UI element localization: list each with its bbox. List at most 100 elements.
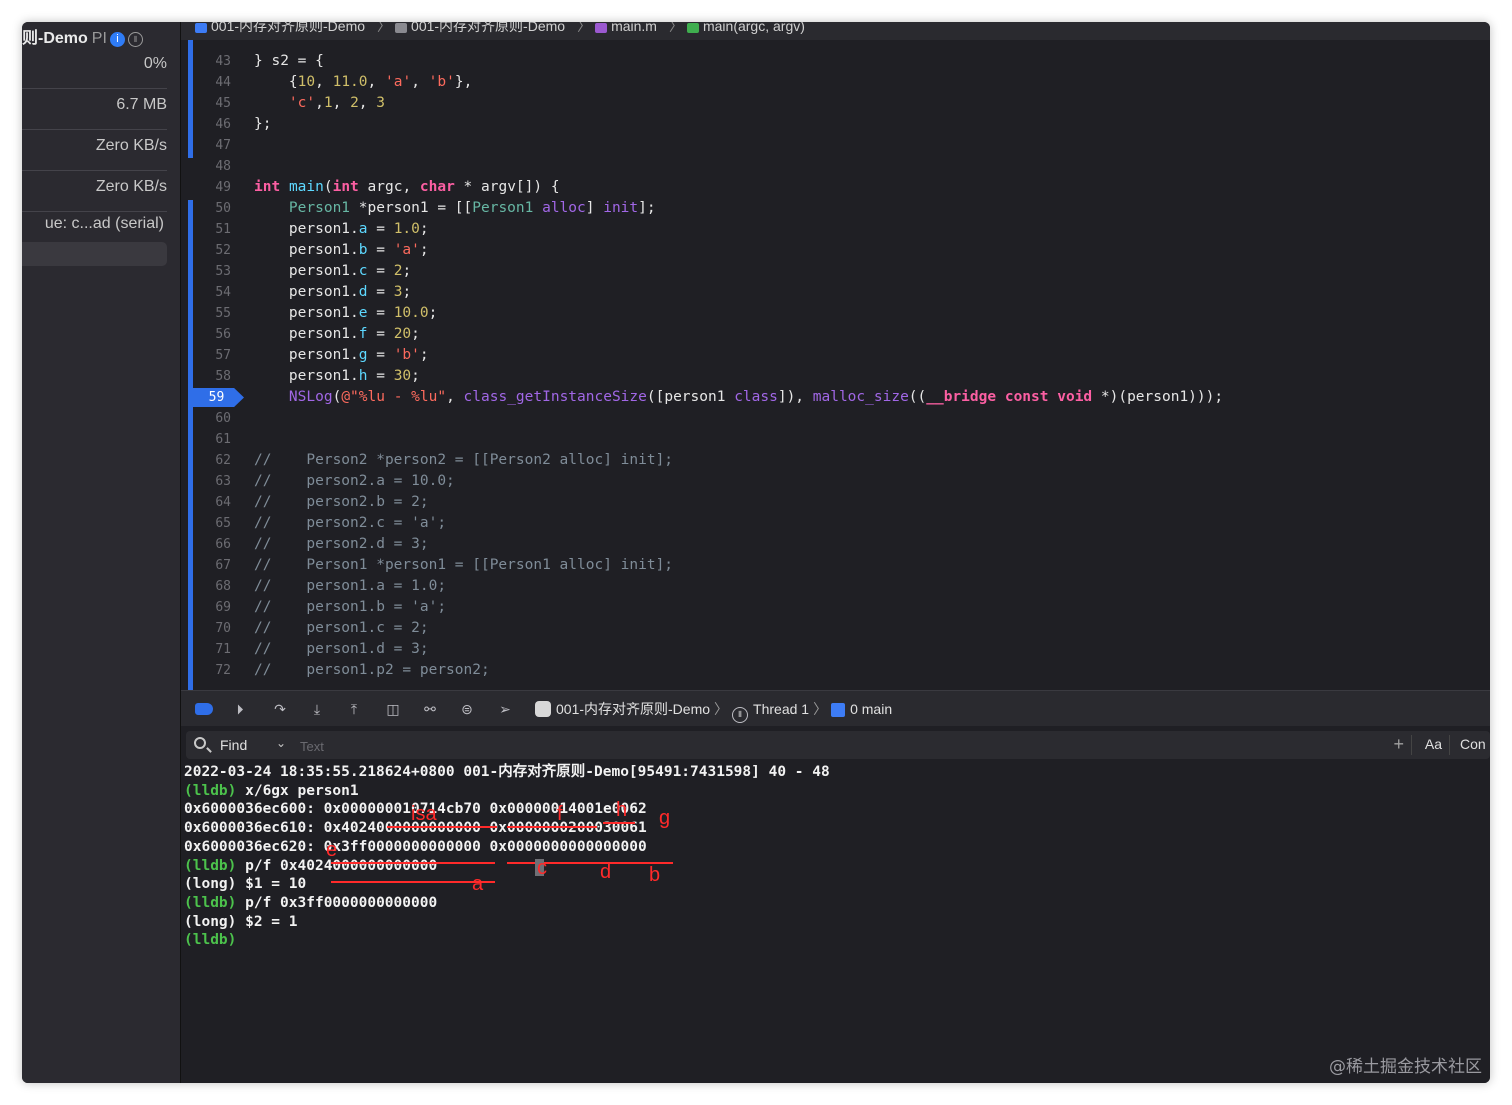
match-case-button[interactable]: Aa	[1425, 736, 1442, 752]
search-icon[interactable]	[194, 737, 206, 749]
add-filter-button[interactable]: +	[1393, 734, 1404, 755]
breadcrumb-item-file[interactable]: main.m	[595, 22, 661, 34]
jump-bar: 001-内存对齐原则-Demo 〉 001-内存对齐原则-Demo 〉 main.m 〉 m…	[181, 22, 1490, 40]
code-line[interactable]: person1.d = 3;	[254, 282, 411, 303]
breadcrumb-item-function[interactable]: main(argc, argv)	[686, 22, 809, 34]
code-line[interactable]: person1.b = 'a';	[254, 240, 429, 261]
source-editor[interactable]: 43 } s2 = { 44 {10, 11.0, 'a', 'b'}, 45 'c'…	[181, 40, 1490, 690]
find-mode-label[interactable]: Find	[220, 737, 247, 753]
line-number[interactable]: 45	[201, 93, 231, 114]
line-number[interactable]: 47	[201, 135, 231, 156]
line-number[interactable]: 48	[201, 156, 231, 177]
breadcrumb-separator: 〉	[577, 22, 592, 34]
line-number[interactable]: 54	[201, 282, 231, 303]
code-line[interactable]: // person2.b = 2;	[254, 492, 429, 513]
code-line[interactable]: // person2.a = 10.0;	[254, 471, 455, 492]
code-line[interactable]: // person2.d = 3;	[254, 534, 429, 555]
code-line[interactable]: person1.e = 10.0;	[254, 303, 437, 324]
code-line[interactable]: NSLog(@"%lu - %lu", class_getInstanceSiz…	[254, 387, 1223, 408]
line-number[interactable]: 44	[201, 72, 231, 93]
selected-frame-row[interactable]	[22, 242, 167, 266]
code-line[interactable]: };	[254, 114, 271, 135]
simulate-location-icon[interactable]: ➢	[496, 700, 514, 718]
continue-icon[interactable]: ⏵	[231, 700, 249, 718]
find-input[interactable]	[298, 734, 1362, 758]
line-number[interactable]: 64	[201, 492, 231, 513]
breakpoints-toggle-icon[interactable]	[195, 703, 213, 715]
memory-graph-icon[interactable]: ⚯	[421, 700, 439, 718]
annotation-isa: isa	[411, 803, 437, 825]
code-line[interactable]: } s2 = {	[254, 51, 324, 72]
line-number[interactable]: 65	[201, 513, 231, 534]
divider	[1411, 735, 1412, 755]
line-number[interactable]: 51	[201, 219, 231, 240]
step-out-icon[interactable]: ⤒	[345, 700, 363, 718]
code-line[interactable]: // person1.a = 1.0;	[254, 576, 446, 597]
code-line[interactable]: // person1.d = 3;	[254, 639, 429, 660]
code-line[interactable]: // Person1 *person1 = [[Person1 alloc] i…	[254, 555, 673, 576]
line-number[interactable]: 46	[201, 114, 231, 135]
queue-label[interactable]: ue: c...ad (serial)	[22, 215, 172, 233]
debug-console[interactable]: Find ⌄ + Aa Con (lldb)(long) $2 = 1(lldb…	[181, 726, 1490, 1083]
annotation-a: a	[472, 873, 484, 895]
line-number[interactable]: 63	[201, 471, 231, 492]
breadcrumb-item-project[interactable]: 001-内存对齐原则-Demo	[195, 22, 369, 34]
code-line[interactable]: 'c',1, 2, 3	[254, 93, 385, 114]
network-gauge[interactable]: Zero KB/s	[22, 167, 167, 207]
find-bar: Find ⌄ + Aa Con	[186, 731, 1490, 759]
line-number[interactable]: 69	[201, 597, 231, 618]
line-number[interactable]: 61	[201, 429, 231, 450]
breadcrumb-item-folder[interactable]: 001-内存对齐原则-Demo	[395, 22, 569, 34]
line-number[interactable]: 52	[201, 240, 231, 261]
memory-gauge[interactable]: 6.7 MB	[22, 85, 167, 125]
debug-frame-item[interactable]: 0 main	[831, 701, 892, 717]
code-line[interactable]: int main(int argc, char * argv[]) {	[254, 177, 560, 198]
code-line[interactable]: person1.f = 20;	[254, 324, 420, 345]
code-line[interactable]: // person1.p2 = person2;	[254, 660, 490, 681]
annotation-h: h	[616, 799, 628, 821]
line-number[interactable]: 72	[201, 660, 231, 681]
cpu-gauge[interactable]: 0%	[22, 44, 167, 84]
chevron-down-icon[interactable]: ⌄	[276, 736, 286, 750]
line-number[interactable]: 50	[201, 198, 231, 219]
code-line[interactable]: // person1.c = 2;	[254, 618, 429, 639]
view-hierarchy-icon[interactable]: ◫	[384, 700, 402, 718]
disk-gauge[interactable]: Zero KB/s	[22, 126, 167, 166]
line-number[interactable]: 68	[201, 576, 231, 597]
line-number[interactable]: 56	[201, 324, 231, 345]
line-number[interactable]: 53	[201, 261, 231, 282]
line-number[interactable]: 70	[201, 618, 231, 639]
line-number[interactable]: 71	[201, 639, 231, 660]
code-line[interactable]: Person1 *person1 = [[Person1 alloc] init…	[254, 198, 656, 219]
code-line[interactable]: // person2.c = 'a';	[254, 513, 446, 534]
code-line[interactable]: person1.h = 30;	[254, 366, 420, 387]
code-line[interactable]: person1.a = 1.0;	[254, 219, 429, 240]
line-number[interactable]: 49	[201, 177, 231, 198]
console-line: (lldb) x/6gx person1	[184, 782, 359, 801]
step-into-icon[interactable]: ⤓	[308, 700, 326, 718]
environment-overrides-icon[interactable]: ⊜	[458, 700, 476, 718]
debug-thread-item[interactable]: ⦀ Thread 1	[732, 701, 809, 723]
code-line[interactable]: person1.g = 'b';	[254, 345, 429, 366]
annotation-b: b	[649, 864, 661, 886]
line-number[interactable]: 57	[201, 345, 231, 366]
console-text: (long) $1 = 10	[184, 876, 307, 893]
line-number[interactable]: 58	[201, 366, 231, 387]
line-number[interactable]: 55	[201, 303, 231, 324]
code-line[interactable]: person1.c = 2;	[254, 261, 411, 282]
code-line[interactable]: // Person2 *person2 = [[Person2 alloc] i…	[254, 450, 673, 471]
line-number[interactable]: 43	[201, 51, 231, 72]
annotation-c: c	[537, 857, 547, 879]
breakpoint-marker[interactable]: 59	[189, 388, 244, 407]
console-text: 0x6000036ec620: 0x3ff0000000000000 0x000…	[184, 838, 647, 855]
annotation-d: d	[600, 861, 612, 883]
contains-button[interactable]: Con	[1460, 736, 1490, 752]
code-line[interactable]: // person1.b = 'a';	[254, 597, 446, 618]
debug-app-item[interactable]: 001-内存对齐原则-Demo	[535, 701, 710, 717]
line-number[interactable]: 66	[201, 534, 231, 555]
code-line[interactable]: {10, 11.0, 'a', 'b'},	[254, 72, 472, 93]
line-number[interactable]: 67	[201, 555, 231, 576]
step-over-icon[interactable]: ↷	[271, 700, 289, 718]
line-number[interactable]: 62	[201, 450, 231, 471]
line-number[interactable]: 60	[201, 408, 231, 429]
